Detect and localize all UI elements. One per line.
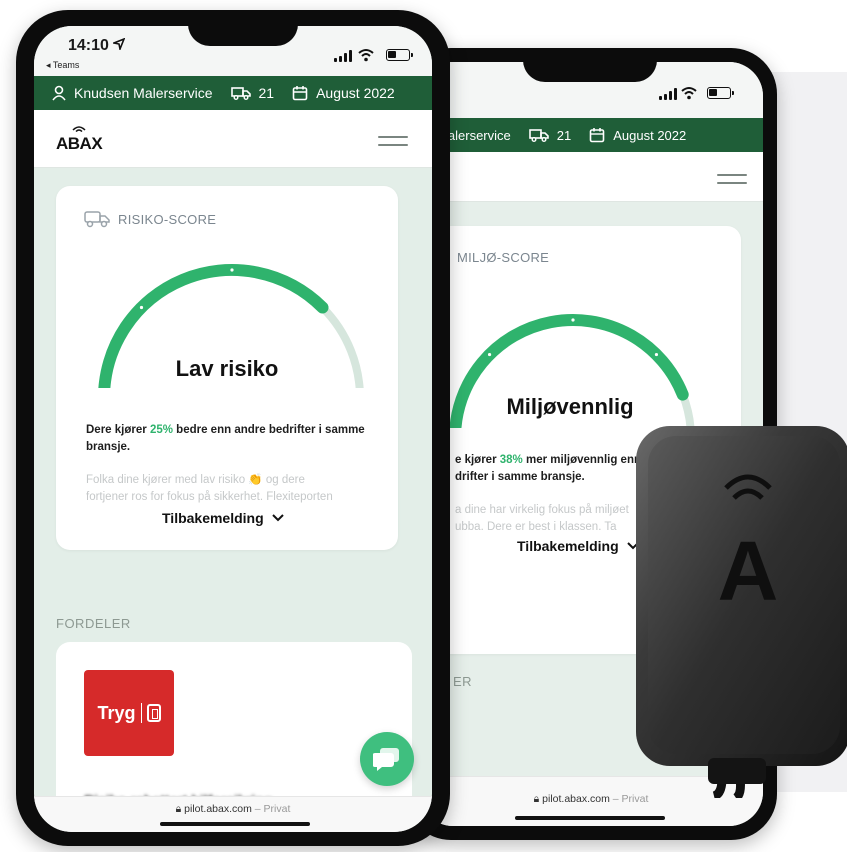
card-label: MILJØ-SCORE <box>457 250 550 265</box>
wifi-icon <box>358 49 374 62</box>
feedback-toggle[interactable]: Tilbakemelding <box>517 538 639 554</box>
battery-icon <box>386 49 413 61</box>
gauge-separator <box>230 268 234 272</box>
wifi-icon <box>681 87 697 100</box>
van-icon <box>84 211 110 228</box>
feedback-toggle[interactable]: Tilbakemelding <box>162 510 284 526</box>
front-phone: 14:10 ◂ Teams Knudsen Malerservice 21 Au… <box>16 10 450 846</box>
gauge-separator <box>487 352 492 357</box>
nav-bar: ABAX <box>34 110 432 168</box>
back-to-app[interactable]: ◂ Teams <box>46 60 79 71</box>
section-label: ER <box>453 674 473 689</box>
benefit-card[interactable]: Tryg Risiko-rabattert bilforsikring <box>56 642 412 822</box>
vehicle-count: 21 <box>556 127 572 143</box>
battery-icon <box>707 87 734 99</box>
calendar-icon <box>292 85 308 101</box>
vehicle-count[interactable]: 21 <box>259 85 275 101</box>
menu-icon[interactable] <box>717 174 747 190</box>
front-phone-notch <box>188 10 298 46</box>
menu-icon[interactable] <box>378 136 408 152</box>
chat-button[interactable] <box>360 732 414 786</box>
lock-icon: 🔒︎ <box>175 803 185 815</box>
user-icon <box>52 85 66 101</box>
nav-bar <box>419 152 763 202</box>
browser-url-bar[interactable]: 🔒︎ pilot.abax.com – Privat <box>34 796 432 832</box>
lock-icon: 🔒︎ <box>533 793 543 805</box>
card-label: RISIKO-SCORE <box>84 210 216 228</box>
tryg-logo: Tryg <box>84 670 174 756</box>
risk-score-card: RISIKO-SCORE Lav risiko Dere kjører 25% … <box>56 186 398 550</box>
calendar-icon <box>589 127 605 143</box>
device-logo-letter: A <box>718 524 779 618</box>
home-indicator <box>160 822 310 826</box>
gauge-separator <box>139 305 144 310</box>
clock: 14:10 <box>68 37 126 55</box>
van-icon <box>528 128 549 142</box>
signal-icon <box>334 50 352 62</box>
home-indicator <box>515 816 665 820</box>
period[interactable]: August 2022 <box>316 85 395 101</box>
chevron-down-icon <box>271 514 284 522</box>
abax-tracker-device: A <box>636 426 847 798</box>
score-title: Miljøvennlig <box>506 394 634 419</box>
abax-logo[interactable]: ABAX <box>56 134 103 154</box>
signal-icon <box>659 88 677 100</box>
company-name[interactable]: Knudsen Malerservice <box>74 85 213 101</box>
period[interactable]: August 2022 <box>613 128 686 143</box>
van-icon <box>230 86 251 100</box>
info-bar: Knudsen Malerservice 21 August 2022 <box>34 76 432 110</box>
info-bar: en Malerservice 21 August 2022 <box>419 118 763 152</box>
score-title: Lav risiko <box>175 356 279 381</box>
chat-bubble-icon <box>373 748 399 771</box>
back-phone-notch <box>523 48 657 82</box>
section-label: FORDELER <box>56 616 131 631</box>
front-phone-screen: 14:10 ◂ Teams Knudsen Malerservice 21 Au… <box>34 26 432 832</box>
gauge-separator <box>571 318 575 322</box>
score-description: Dere kjører 25% bedre enn andre bedrifte… <box>86 424 365 453</box>
location-arrow-icon <box>111 37 126 52</box>
gauge-separator <box>654 352 659 357</box>
faded-text: Folka dine kjører med lav risiko 👏 og de… <box>86 474 333 503</box>
logo-signal-icon <box>72 126 86 132</box>
